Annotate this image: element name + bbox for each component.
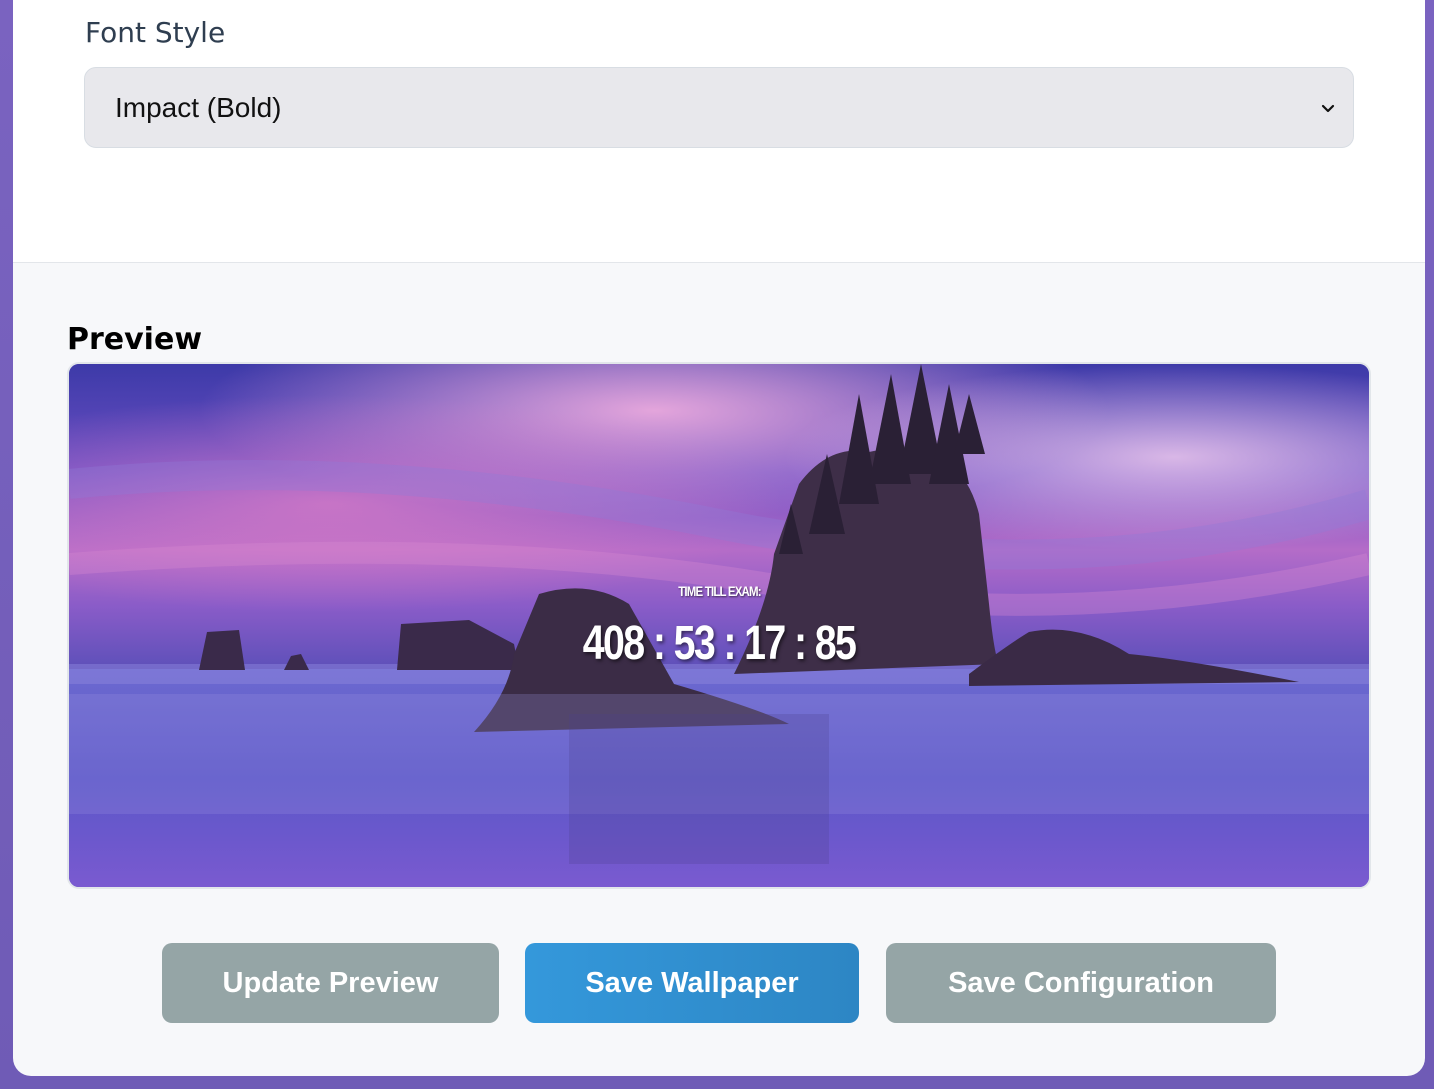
preview-heading: Preview <box>67 322 203 357</box>
wallpaper-image <box>69 364 1369 887</box>
font-style-label: Font Style <box>85 16 226 49</box>
font-style-select[interactable]: Impact (Bold) <box>84 67 1354 148</box>
update-preview-button[interactable]: Update Preview <box>162 943 499 1023</box>
font-settings-section: Font Style Impact (Bold) <box>13 0 1425 263</box>
settings-card: Font Style Impact (Bold) Preview TIME TI… <box>13 0 1425 1076</box>
save-configuration-button[interactable]: Save Configuration <box>886 943 1276 1023</box>
font-style-selected-value: Impact (Bold) <box>115 91 282 123</box>
chevron-down-icon <box>1321 104 1335 113</box>
wallpaper-preview: TIME TILL EXAM: 408 : 53 : 17 : 85 <box>67 362 1371 889</box>
save-wallpaper-button[interactable]: Save Wallpaper <box>525 943 859 1023</box>
